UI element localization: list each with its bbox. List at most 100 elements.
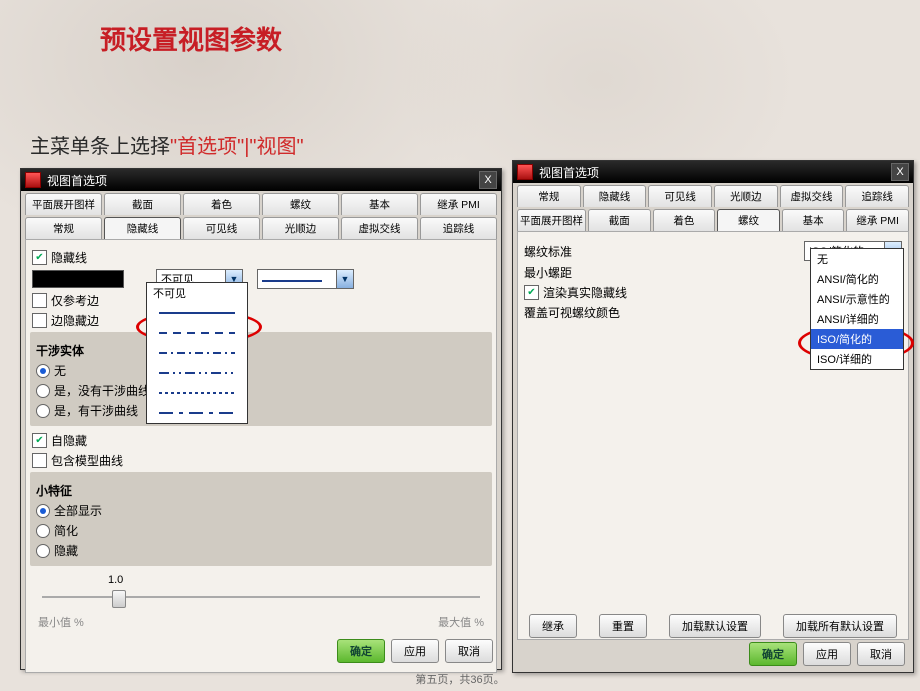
app-icon: [25, 172, 41, 188]
lbl-small-feat: 小特征: [36, 482, 486, 499]
dialog-title: 视图首选项: [539, 164, 599, 181]
small-feat-slider[interactable]: 1.0: [32, 574, 490, 614]
opt-none[interactable]: 无: [811, 249, 903, 269]
combo-line-style[interactable]: ▼: [257, 269, 354, 289]
ok-button[interactable]: 确定: [337, 639, 385, 663]
subtitle-text: 主菜单条上选择: [30, 136, 170, 158]
tab-thread[interactable]: 螺纹: [262, 193, 339, 215]
tab-section[interactable]: 截面: [588, 209, 651, 231]
cancel-button[interactable]: 取消: [857, 642, 905, 666]
lbl-self-hide: 自隐藏: [51, 432, 87, 449]
chk-include-model-curves[interactable]: [32, 453, 47, 468]
tab-inherit-pmi[interactable]: 继承 PMI: [846, 209, 909, 231]
visibility-dropdown[interactable]: 不可见: [146, 282, 248, 424]
hidden-line-panel: ✔ 隐藏线 不可见 ▼ ▼ 仅参考边 边隐藏边 干涉实体 无: [25, 239, 497, 673]
tab-hidden-line[interactable]: 隐藏线: [104, 217, 181, 239]
close-button[interactable]: X: [479, 171, 497, 189]
subtitle-highlight: "首选项"|"视图": [170, 136, 304, 158]
close-button[interactable]: X: [891, 163, 909, 181]
inherit-button[interactable]: 继承: [529, 614, 577, 638]
lbl-render-real: 渲染真实隐藏线: [543, 284, 627, 301]
dialog-title: 视图首选项: [47, 172, 107, 189]
tabs-row-lower: 平面展开图样 截面 着色 螺纹 基本 继承 PMI: [513, 207, 913, 231]
dialog-view-prefs-hiddenline: 视图首选项 X 平面展开图样 截面 着色 螺纹 基本 继承 PMI 常规 隐藏线…: [20, 168, 502, 670]
opt-ansi-simple[interactable]: ANSI/简化的: [811, 269, 903, 289]
radio-sf-all[interactable]: [36, 504, 50, 518]
slide-footer: 第五页，共36页。: [0, 671, 920, 687]
tab-general[interactable]: 常规: [25, 217, 102, 239]
opt-iso-detail[interactable]: ISO/详细的: [811, 349, 903, 369]
tab-general[interactable]: 常规: [517, 185, 581, 207]
load-all-default-button[interactable]: 加载所有默认设置: [783, 614, 897, 638]
lbl-interfere-curve: 是，有干涉曲线: [54, 402, 138, 419]
tab-shading[interactable]: 着色: [183, 193, 260, 215]
slide-title: 预设置视图参数: [100, 20, 282, 57]
color-swatch[interactable]: [32, 270, 124, 288]
tab-virtual-intersect[interactable]: 虚拟交线: [341, 217, 418, 239]
load-default-button[interactable]: 加载默认设置: [669, 614, 761, 638]
radio-interfere-none[interactable]: [36, 364, 50, 378]
titlebar: 视图首选项 X: [513, 161, 913, 183]
tab-smooth-edge[interactable]: 光顺边: [714, 185, 778, 207]
tab-flat-pattern[interactable]: 平面展开图样: [517, 209, 586, 231]
lbl-sf-all: 全部显示: [54, 502, 102, 519]
radio-sf-hide[interactable]: [36, 544, 50, 558]
thread-panel: 螺纹标准 ISO/简化的 ▼ 最小螺距 ✔ 渲染真实隐藏线 覆盖可视螺纹颜色 无…: [517, 231, 909, 640]
chk-hidden-line[interactable]: ✔: [32, 250, 47, 265]
cancel-button[interactable]: 取消: [445, 639, 493, 663]
lbl-hidden-line: 隐藏线: [51, 249, 87, 266]
slider-value: 1.0: [108, 574, 123, 586]
lbl-sf-simplify: 简化: [54, 522, 78, 539]
thread-std-dropdown[interactable]: 无 ANSI/简化的 ANSI/示意性的 ANSI/详细的 ISO/简化的 IS…: [810, 248, 904, 370]
lbl-interfere: 干涉实体: [36, 342, 486, 359]
tab-flat-pattern[interactable]: 平面展开图样: [25, 193, 102, 215]
radio-sf-simplify[interactable]: [36, 524, 50, 538]
dialog-buttons: 确定 应用 取消: [29, 639, 493, 663]
lbl-interfere-nocurve: 是，没有干涉曲线: [54, 382, 150, 399]
tab-virtual-intersect[interactable]: 虚拟交线: [780, 185, 844, 207]
slider-thumb[interactable]: [112, 590, 126, 608]
lbl-sf-hide: 隐藏: [54, 542, 78, 559]
chevron-down-icon: ▼: [336, 270, 353, 288]
reset-button[interactable]: 重置: [599, 614, 647, 638]
opt-ansi-detail[interactable]: ANSI/详细的: [811, 309, 903, 329]
tab-shading[interactable]: 着色: [653, 209, 716, 231]
tab-trace-line[interactable]: 追踪线: [845, 185, 909, 207]
chk-edge-hide-edges[interactable]: [32, 313, 47, 328]
lbl-max: 最大值 %: [438, 614, 484, 630]
tab-visible-line[interactable]: 可见线: [648, 185, 712, 207]
radio-interfere-curve[interactable]: [36, 404, 50, 418]
control-buttons-row: 继承 重置 加载默认设置 加载所有默认设置: [521, 614, 905, 638]
tab-thread[interactable]: 螺纹: [717, 209, 780, 231]
apply-button[interactable]: 应用: [391, 639, 439, 663]
lbl-only-ref-edges: 仅参考边: [51, 292, 99, 309]
titlebar: 视图首选项 X: [21, 169, 501, 191]
tab-basic[interactable]: 基本: [341, 193, 418, 215]
tabs-row-lower: 常规 隐藏线 可见线 光顺边 虚拟交线 追踪线: [21, 215, 501, 239]
slide-subtitle: 主菜单条上选择"首选项"|"视图": [30, 130, 304, 159]
chk-only-ref-edges[interactable]: [32, 293, 47, 308]
opt-invisible[interactable]: 不可见: [147, 283, 247, 303]
opt-ansi-schematic[interactable]: ANSI/示意性的: [811, 289, 903, 309]
lbl-thread-std: 螺纹标准: [524, 243, 572, 260]
lbl-min: 最小值 %: [38, 614, 84, 630]
tab-visible-line[interactable]: 可见线: [183, 217, 260, 239]
tab-hidden-line[interactable]: 隐藏线: [583, 185, 647, 207]
tab-basic[interactable]: 基本: [782, 209, 845, 231]
tab-inherit-pmi[interactable]: 继承 PMI: [420, 193, 497, 215]
tab-smooth-edge[interactable]: 光顺边: [262, 217, 339, 239]
tab-section[interactable]: 截面: [104, 193, 181, 215]
chk-self-hide[interactable]: ✔: [32, 433, 47, 448]
apply-button[interactable]: 应用: [803, 642, 851, 666]
lbl-min-pitch: 最小螺距: [524, 264, 572, 281]
tab-trace-line[interactable]: 追踪线: [420, 217, 497, 239]
radio-interfere-nocurve[interactable]: [36, 384, 50, 398]
lbl-override-color: 覆盖可视螺纹颜色: [524, 304, 620, 321]
lbl-include-model-curves: 包含模型曲线: [51, 452, 123, 469]
ok-button[interactable]: 确定: [749, 642, 797, 666]
chk-render-real[interactable]: ✔: [524, 285, 539, 300]
opt-iso-simple[interactable]: ISO/简化的: [811, 329, 903, 349]
tabs-row-upper: 常规 隐藏线 可见线 光顺边 虚拟交线 追踪线: [513, 183, 913, 207]
dialog-buttons: 确定 应用 取消: [521, 642, 905, 666]
dialog-view-prefs-thread: 视图首选项 X 常规 隐藏线 可见线 光顺边 虚拟交线 追踪线 平面展开图样 截…: [512, 160, 914, 673]
